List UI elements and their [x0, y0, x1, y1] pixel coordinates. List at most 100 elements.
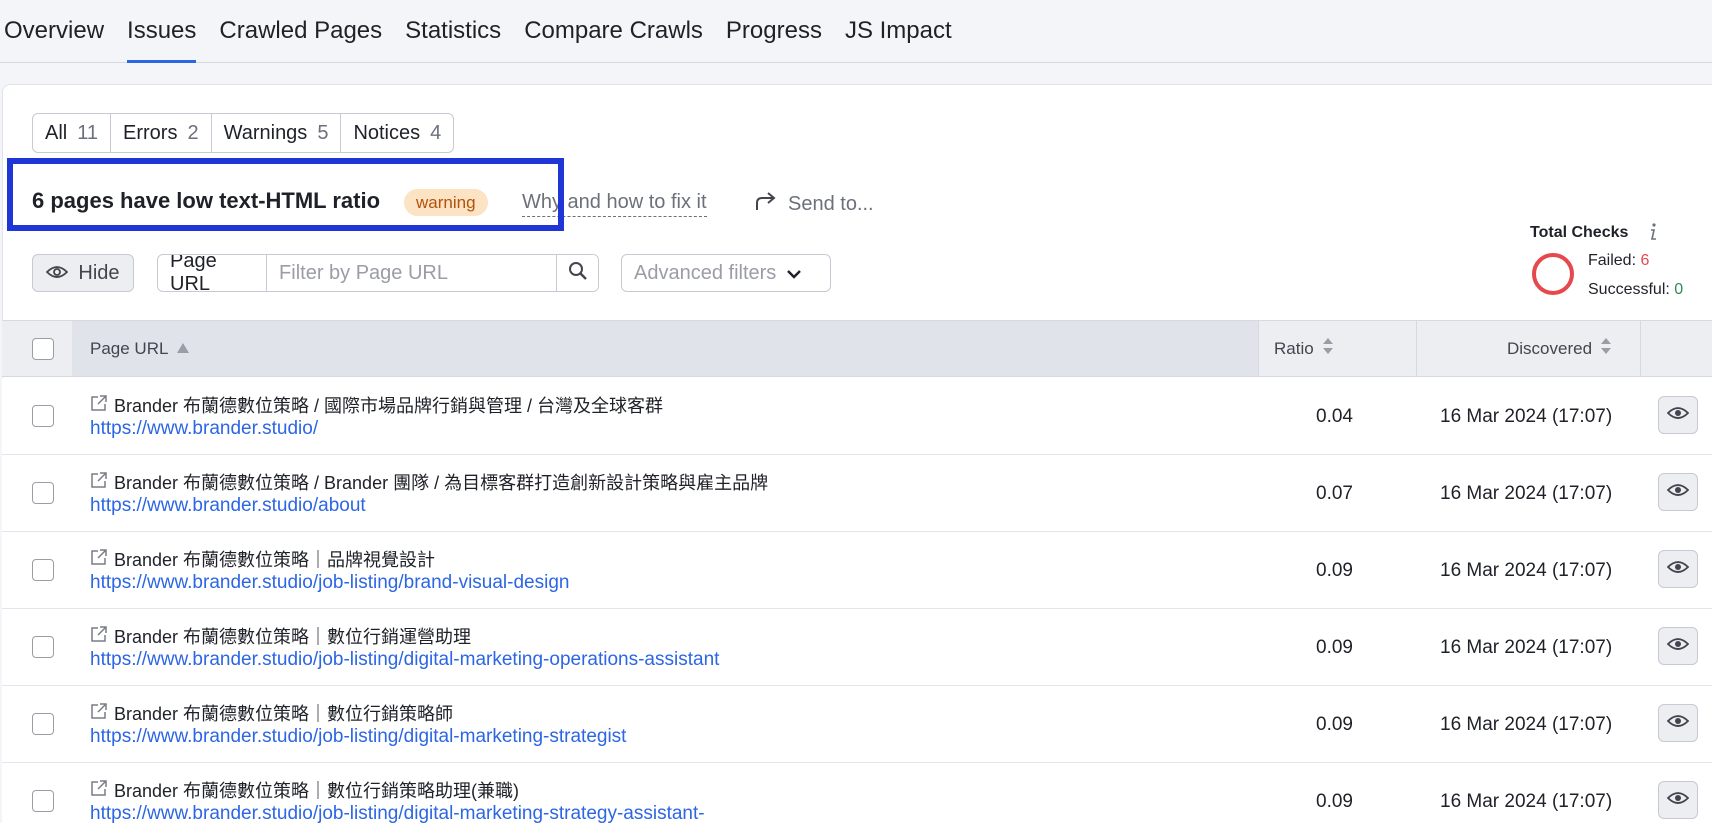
row-checkbox[interactable] [32, 559, 54, 581]
info-icon[interactable] [1646, 222, 1660, 247]
page-title-text: Brander 布蘭德數位策略｜品牌視覺設計 [114, 550, 436, 570]
ratio-value: 0.09 [1316, 791, 1353, 812]
page-title: Brander 布蘭德數位策略 / 國際市場品牌行銷與管理 / 台灣及全球客群 [90, 392, 663, 418]
table-row: Brander 布蘭德數位策略｜數位行銷策略助理(兼職) https://www… [2, 763, 1712, 823]
page-url-link[interactable]: https://www.brander.studio/job-listing/d… [90, 649, 719, 671]
tab-progress[interactable]: Progress [726, 0, 822, 62]
checks-ring-chart [1530, 251, 1576, 302]
discovered-date: 16 Mar 2024 (17:07) [1440, 791, 1613, 812]
select-all [32, 321, 54, 376]
page-url-link[interactable]: https://www.brander.studio/about [90, 495, 366, 517]
filter-all[interactable]: All 11 [33, 114, 111, 152]
page-title: Brander 布蘭德數位策略｜數位行銷運營助理 [90, 623, 471, 649]
header-page-url-label: Page URL [90, 338, 169, 358]
row-checkbox[interactable] [32, 405, 54, 427]
sort-icon [1600, 337, 1612, 360]
filter-errors[interactable]: Errors 2 [111, 114, 212, 152]
filter-warnings-count: 5 [317, 121, 329, 144]
top-nav: Overview Issues Crawled Pages Statistics… [0, 0, 1712, 63]
eye-icon [46, 262, 69, 285]
page-title: Brander 布蘭德數位策略｜數位行銷策略助理(兼職) [90, 777, 519, 803]
ratio-value: 0.09 [1316, 560, 1353, 581]
issue-type-filter: All 11 Errors 2 Warnings 5 Notices 4 [32, 113, 455, 153]
ratio-value: 0.07 [1316, 483, 1353, 504]
hide-button[interactable]: Hide [32, 254, 134, 292]
row-checkbox[interactable] [32, 482, 54, 504]
select-all-checkbox[interactable] [32, 337, 54, 360]
eye-icon [1666, 560, 1690, 579]
page-url-link[interactable]: https://www.brander.studio/job-listing/b… [90, 572, 569, 594]
view-button[interactable] [1658, 473, 1698, 511]
page-url-link[interactable]: https://www.brander.studio/job-listing/d… [90, 726, 626, 748]
ratio-value: 0.04 [1316, 406, 1353, 427]
table-row: Brander 布蘭德數位策略 / 國際市場品牌行銷與管理 / 台灣及全球客群 … [2, 378, 1712, 455]
view-button[interactable] [1658, 781, 1698, 819]
total-checks-title: Total Checks [1530, 224, 1629, 241]
tab-crawled-pages[interactable]: Crawled Pages [219, 0, 382, 62]
table-row: Brander 布蘭德數位策略 / Brander 團隊 / 為目標客群打造創新… [2, 455, 1712, 532]
row-checkbox[interactable] [32, 713, 54, 735]
header-discovered-label: Discovered [1507, 338, 1593, 358]
header-ratio-label: Ratio [1274, 338, 1314, 358]
send-to-label: Send to... [788, 192, 874, 215]
page-title-text: Brander 布蘭德數位策略｜數位行銷策略助理(兼職) [114, 781, 520, 801]
share-arrow-icon [754, 190, 778, 218]
eye-icon [1666, 406, 1690, 425]
table-header: Page URL Ratio Discovered [2, 320, 1712, 377]
tab-js-impact[interactable]: JS Impact [845, 0, 952, 62]
successful-count: Successful: 0 [1588, 281, 1683, 299]
header-ratio[interactable]: Ratio [1274, 321, 1334, 376]
discovered-date: 16 Mar 2024 (17:07) [1440, 406, 1613, 427]
external-link-icon[interactable] [90, 779, 108, 802]
chevron-down-icon [786, 262, 802, 285]
failed-count: Failed: 6 [1588, 252, 1649, 270]
eye-icon [1666, 483, 1690, 502]
ratio-value: 0.09 [1316, 714, 1353, 735]
tab-statistics[interactable]: Statistics [405, 0, 501, 62]
advanced-filters-dropdown[interactable]: Advanced filters [621, 254, 831, 292]
view-button[interactable] [1658, 550, 1698, 588]
discovered-date: 16 Mar 2024 (17:07) [1440, 483, 1613, 504]
filter-warnings[interactable]: Warnings 5 [212, 114, 342, 152]
tab-overview[interactable]: Overview [4, 0, 104, 62]
advanced-filters-label: Advanced filters [634, 261, 777, 284]
view-button[interactable] [1658, 396, 1698, 434]
failed-value: 6 [1640, 252, 1650, 269]
ratio-value: 0.09 [1316, 637, 1353, 658]
page-title: Brander 布蘭德數位策略 / Brander 團隊 / 為目標客群打造創新… [90, 469, 768, 495]
filter-notices-label: Notices [353, 121, 421, 144]
tab-issues[interactable]: Issues [127, 0, 197, 63]
page-url-link[interactable]: https://www.brander.studio/ [90, 418, 318, 440]
filter-warnings-label: Warnings [223, 121, 308, 144]
filter-errors-count: 2 [187, 121, 199, 144]
row-checkbox[interactable] [32, 636, 54, 658]
page-url-filter-input[interactable] [267, 255, 557, 291]
discovered-date: 16 Mar 2024 (17:07) [1440, 714, 1613, 735]
tab-compare-crawls[interactable]: Compare Crawls [524, 0, 703, 62]
header-page-url[interactable]: Page URL [90, 321, 190, 376]
filter-notices[interactable]: Notices 4 [341, 114, 453, 152]
warning-badge: warning [404, 189, 488, 216]
view-button[interactable] [1658, 704, 1698, 742]
header-discovered[interactable]: Discovered [1507, 321, 1612, 376]
external-link-icon[interactable] [90, 471, 108, 494]
table-row: Brander 布蘭德數位策略｜數位行銷運營助理 https://www.bra… [2, 609, 1712, 686]
page-title: Brander 布蘭德數位策略｜數位行銷策略師 [90, 700, 453, 726]
url-column-highlight [72, 321, 1258, 376]
search-icon [568, 261, 588, 286]
external-link-icon[interactable] [90, 702, 108, 725]
hide-label: Hide [78, 261, 120, 284]
page-url-filter: Page URL [157, 254, 599, 292]
external-link-icon[interactable] [90, 625, 108, 648]
why-and-how-link[interactable]: Why and how to fix it [522, 191, 707, 217]
send-to-button[interactable]: Send to... [754, 190, 874, 218]
successful-value: 0 [1674, 281, 1684, 298]
external-link-icon[interactable] [90, 394, 108, 417]
external-link-icon[interactable] [90, 548, 108, 571]
search-button[interactable] [556, 255, 598, 291]
sort-asc-icon [176, 339, 190, 359]
issue-title: 6 pages have low text-HTML ratio [32, 188, 381, 213]
view-button[interactable] [1658, 627, 1698, 665]
page-url-link[interactable]: https://www.brander.studio/job-listing/d… [90, 803, 705, 823]
row-checkbox[interactable] [32, 790, 54, 812]
